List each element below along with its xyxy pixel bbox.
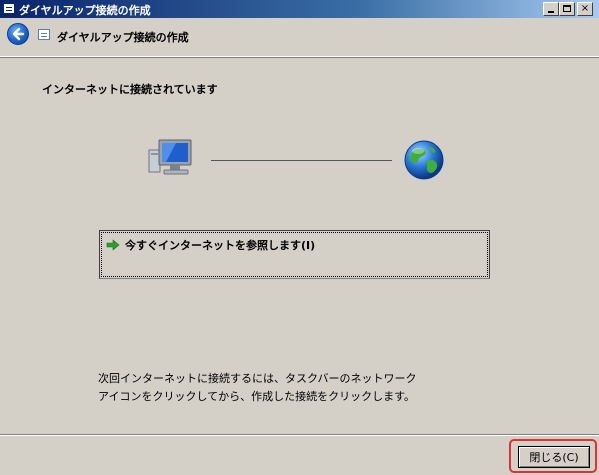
title-bar: ダイヤルアップ接続の作成 × bbox=[0, 0, 599, 18]
info-text: 次回インターネットに接続するには、タスクバーのネットワーク アイコンをクリックし… bbox=[98, 370, 416, 406]
wizard-title: ダイヤルアップ接続の作成 bbox=[57, 31, 189, 44]
minimize-button[interactable] bbox=[543, 2, 559, 16]
wizard-content: インターネットに接続されています 今すぐインターネットを参照します(I) 次回イ… bbox=[0, 57, 599, 435]
dialup-icon bbox=[38, 29, 50, 40]
page-heading: インターネットに接続されています bbox=[42, 83, 218, 96]
connection-line bbox=[211, 160, 392, 161]
info-line-2: アイコンをクリックしてから、作成した接続をクリックします。 bbox=[98, 390, 416, 403]
window-icon bbox=[3, 3, 15, 14]
window-title: ダイヤルアップ接続の作成 bbox=[19, 4, 151, 17]
back-button[interactable] bbox=[7, 23, 29, 45]
info-line-1: 次回インターネットに接続するには、タスクバーのネットワーク bbox=[98, 372, 417, 385]
minimize-icon bbox=[548, 11, 554, 13]
browse-internet-label: 今すぐインターネットを参照します(I) bbox=[125, 239, 316, 252]
globe-icon bbox=[404, 140, 444, 180]
wizard-header: ダイヤルアップ接続の作成 bbox=[0, 18, 599, 57]
close-window-button[interactable]: × bbox=[577, 2, 593, 16]
browse-internet-link[interactable]: 今すぐインターネットを参照します(I) bbox=[99, 230, 490, 279]
close-button[interactable]: 閉じる(C) bbox=[518, 446, 590, 468]
wizard-footer: 閉じる(C) bbox=[0, 434, 599, 475]
computer-icon bbox=[148, 139, 192, 175]
maximize-icon bbox=[563, 5, 571, 12]
green-arrow-icon bbox=[106, 239, 120, 251]
close-icon: × bbox=[580, 3, 590, 14]
back-arrow-icon bbox=[12, 27, 25, 41]
maximize-button[interactable] bbox=[559, 2, 575, 16]
